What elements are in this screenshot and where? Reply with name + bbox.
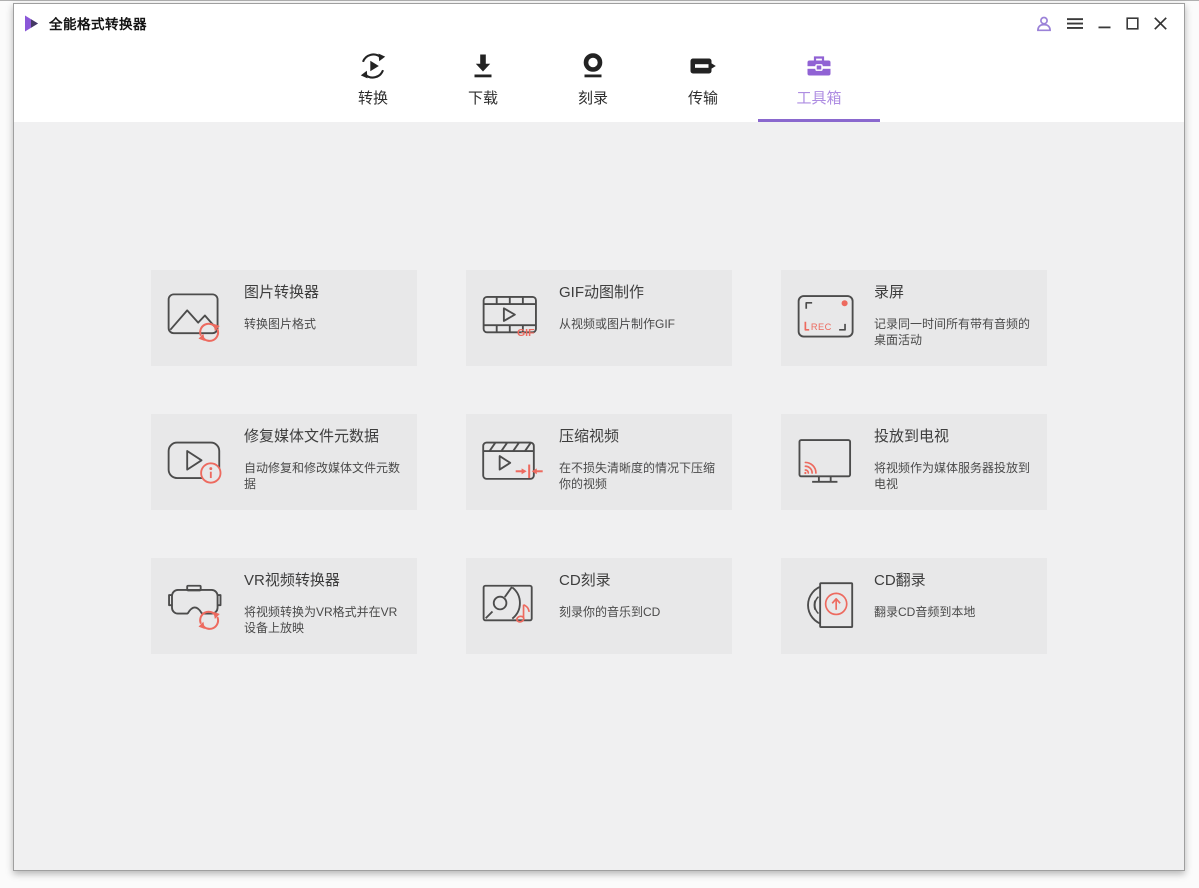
- vr-converter-icon: [166, 579, 232, 633]
- cd-burner-icon: [481, 579, 547, 633]
- card-desc: 将视频作为媒体服务器投放到 电视: [874, 461, 1031, 491]
- card-cd-ripper[interactable]: CD翻录 翻录CD音频到本地: [781, 558, 1047, 654]
- card-vr-converter[interactable]: VR视频转换器 将视频转换为VR格式并在VR 设备上放映: [151, 558, 417, 654]
- tab-transfer[interactable]: 传输: [648, 42, 758, 122]
- card-title: CD刻录: [559, 572, 611, 589]
- card-desc: 记录同一时间所有带有音频的 桌面活动: [874, 317, 1031, 347]
- burn-icon: [578, 47, 608, 85]
- toolbox-content: 图片转换器 转换图片格式 GIF GIF动图制作 从视频或图片制作GIF REC…: [14, 122, 1184, 870]
- menu-icon[interactable]: [1066, 15, 1084, 31]
- account-icon[interactable]: [1035, 15, 1053, 32]
- card-screen-recorder[interactable]: REC 录屏 记录同一时间所有带有音频的 桌面活动: [781, 270, 1047, 366]
- app-title: 全能格式转换器: [49, 17, 147, 32]
- cd-ripper-icon: [796, 579, 862, 633]
- cast-to-tv-icon: [796, 435, 862, 489]
- tab-label: 下载: [467, 90, 498, 107]
- tool-grid: 图片转换器 转换图片格式 GIF GIF动图制作 从视频或图片制作GIF REC…: [14, 122, 1184, 654]
- card-desc: 自动修复和修改媒体文件元数 据: [244, 461, 401, 491]
- tab-burn[interactable]: 刻录: [538, 42, 648, 122]
- card-desc: 在不损失清晰度的情况下压缩 你的视频: [559, 461, 716, 491]
- card-desc: 从视频或图片制作GIF: [559, 317, 675, 331]
- close-button[interactable]: [1153, 16, 1168, 31]
- card-title: 修复媒体文件元数据: [244, 428, 380, 445]
- card-image-converter[interactable]: 图片转换器 转换图片格式: [151, 270, 417, 366]
- tab-download[interactable]: 下载: [428, 42, 538, 122]
- card-desc: 转换图片格式: [244, 317, 317, 331]
- card-title: VR视频转换器: [244, 572, 340, 589]
- screen-top-line: [0, 0, 1199, 1]
- tab-toolbox[interactable]: 工具箱: [758, 42, 880, 122]
- svg-text:GIF: GIF: [517, 327, 535, 339]
- screen-recorder-icon: REC: [796, 291, 862, 345]
- download-icon: [468, 47, 498, 85]
- card-title: 录屏: [874, 284, 905, 301]
- tab-label: 转换: [357, 90, 388, 107]
- desktop-background: 全能格式转换器 转换 下载 刻录 传输 工具箱 图片转换器 转换图片格式 GIF…: [0, 0, 1199, 888]
- image-converter-icon: [166, 291, 232, 345]
- card-desc: 翻录CD音频到本地: [874, 605, 976, 619]
- card-cd-burner[interactable]: CD刻录 刻录你的音乐到CD: [466, 558, 732, 654]
- minimize-button[interactable]: [1097, 16, 1112, 31]
- app-logo-icon: [24, 15, 40, 32]
- card-title: CD翻录: [874, 572, 926, 589]
- card-title: 压缩视频: [559, 428, 620, 445]
- tab-convert[interactable]: 转换: [318, 42, 428, 122]
- titlebar-controls: [1035, 15, 1168, 32]
- svg-text:REC: REC: [811, 322, 832, 332]
- main-nav: 转换 下载 刻录 传输 工具箱: [14, 42, 1184, 122]
- card-title: 投放到电视: [874, 428, 950, 445]
- card-title: 图片转换器: [244, 284, 320, 301]
- gif-maker-icon: GIF: [481, 291, 547, 345]
- toolbox-icon: [804, 47, 834, 85]
- card-desc: 刻录你的音乐到CD: [559, 605, 661, 619]
- transfer-icon: [688, 47, 718, 85]
- card-fix-metadata[interactable]: 修复媒体文件元数据 自动修复和修改媒体文件元数 据: [151, 414, 417, 510]
- tab-label: 刻录: [577, 90, 608, 107]
- convert-icon: [358, 47, 388, 85]
- app-window: 全能格式转换器 转换 下载 刻录 传输 工具箱 图片转换器 转换图片格式 GIF…: [13, 3, 1185, 871]
- tab-label: 传输: [687, 90, 718, 107]
- maximize-button[interactable]: [1125, 16, 1140, 31]
- video-compressor-icon: [481, 435, 547, 489]
- card-gif-maker[interactable]: GIF GIF动图制作 从视频或图片制作GIF: [466, 270, 732, 366]
- card-desc: 将视频转换为VR格式并在VR 设备上放映: [244, 605, 398, 635]
- fix-metadata-icon: [166, 435, 232, 489]
- card-video-compressor[interactable]: 压缩视频 在不损失清晰度的情况下压缩 你的视频: [466, 414, 732, 510]
- title-bar: 全能格式转换器: [14, 4, 1184, 42]
- card-title: GIF动图制作: [559, 284, 644, 301]
- tab-label: 工具箱: [796, 90, 842, 107]
- card-cast-to-tv[interactable]: 投放到电视 将视频作为媒体服务器投放到 电视: [781, 414, 1047, 510]
